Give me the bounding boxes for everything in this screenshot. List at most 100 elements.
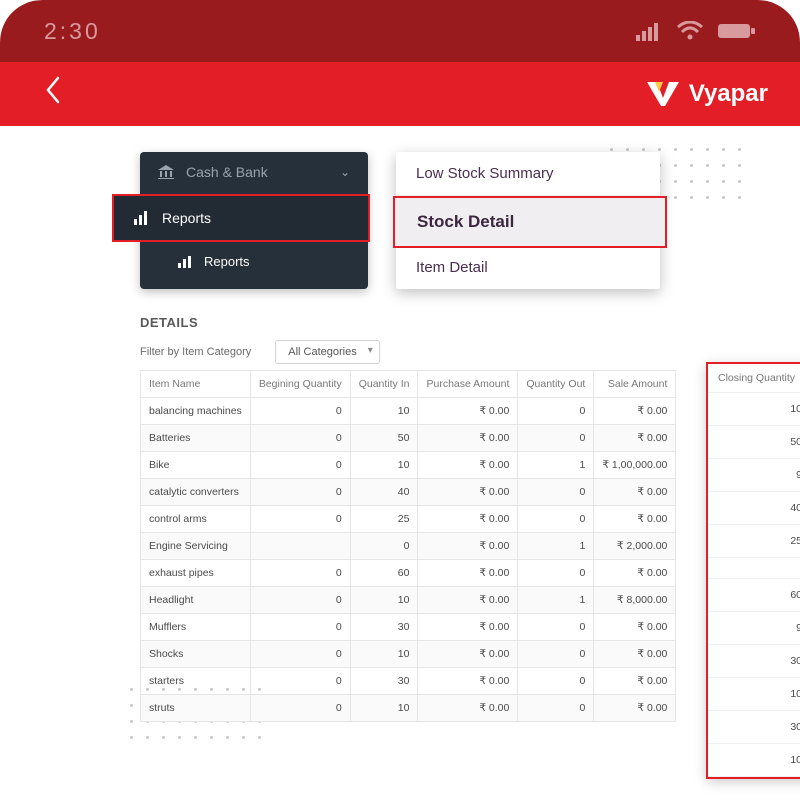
- cell: Engine Servicing: [141, 533, 251, 560]
- bank-icon: [158, 165, 174, 179]
- cell: 1: [518, 587, 594, 614]
- closing-value: [708, 558, 800, 579]
- col-qty-out[interactable]: Quantity Out: [518, 371, 594, 398]
- cell: 0: [518, 641, 594, 668]
- stock-table: Item Name Begining Quantity Quantity In …: [140, 370, 676, 722]
- logo-icon: [645, 80, 681, 108]
- table-row[interactable]: Engine Servicing0₹ 0.001₹ 2,000.00: [141, 533, 676, 560]
- cell: starters: [141, 668, 251, 695]
- cell: 60: [350, 560, 418, 587]
- closing-value: 50: [708, 426, 800, 459]
- back-button[interactable]: [44, 75, 62, 113]
- cell: ₹ 0.00: [594, 398, 676, 425]
- closing-quantity-highlight: Closing Quantity 10509402560930103010: [706, 362, 800, 779]
- cash-bank-label: Cash & Bank: [186, 164, 268, 180]
- cell: 0: [518, 695, 594, 722]
- cell: 1: [518, 452, 594, 479]
- cell: 0: [518, 614, 594, 641]
- table-row[interactable]: control arms025₹ 0.000₹ 0.00: [141, 506, 676, 533]
- cell: 0: [250, 614, 350, 641]
- cell: ₹ 0.00: [418, 398, 518, 425]
- col-qty-in[interactable]: Quantity In: [350, 371, 418, 398]
- cell: ₹ 0.00: [594, 506, 676, 533]
- cell: balancing machines: [141, 398, 251, 425]
- cell: Headlight: [141, 587, 251, 614]
- cell: ₹ 2,000.00: [594, 533, 676, 560]
- closing-value: 40: [708, 492, 800, 525]
- cell: 0: [518, 425, 594, 452]
- cell: 30: [350, 668, 418, 695]
- table-row[interactable]: exhaust pipes060₹ 0.000₹ 0.00: [141, 560, 676, 587]
- report-submenu: Low Stock Summary Stock Detail Item Deta…: [396, 152, 660, 289]
- cell: 0: [250, 452, 350, 479]
- cell: 10: [350, 587, 418, 614]
- sidebar-item-reports[interactable]: Reports: [112, 194, 370, 242]
- cell: 0: [250, 479, 350, 506]
- sidebar-item-reports-sub[interactable]: Reports: [140, 242, 368, 281]
- col-item-name[interactable]: Item Name: [141, 371, 251, 398]
- col-purchase-amt[interactable]: Purchase Amount: [418, 371, 518, 398]
- table-row[interactable]: starters030₹ 0.000₹ 0.00: [141, 668, 676, 695]
- menu-item-low-stock[interactable]: Low Stock Summary: [396, 152, 660, 196]
- cell: 1: [518, 533, 594, 560]
- cell: ₹ 0.00: [594, 614, 676, 641]
- signal-icon: [636, 21, 662, 41]
- sidebar-nav: Cash & Bank ⌄ Reports Reports: [140, 152, 368, 289]
- table-row[interactable]: Bike010₹ 0.001₹ 1,00,000.00: [141, 452, 676, 479]
- cell: Shocks: [141, 641, 251, 668]
- table-row[interactable]: balancing machines010₹ 0.000₹ 0.00: [141, 398, 676, 425]
- cell: ₹ 0.00: [594, 425, 676, 452]
- closing-value: 9: [708, 612, 800, 645]
- app-logo: Vyapar: [645, 80, 768, 108]
- closing-value: 9: [708, 459, 800, 492]
- cell: ₹ 8,000.00: [594, 587, 676, 614]
- reports-sub-label: Reports: [204, 254, 250, 269]
- sidebar-item-cash-bank[interactable]: Cash & Bank ⌄: [140, 152, 368, 192]
- cell: 50: [350, 425, 418, 452]
- col-closing-qty: Closing Quantity: [708, 364, 800, 393]
- bar-chart-icon: [134, 211, 150, 225]
- cell: 10: [350, 641, 418, 668]
- cell: 0: [518, 506, 594, 533]
- closing-value: 10: [708, 393, 800, 426]
- cell: 0: [250, 587, 350, 614]
- cell: 0: [250, 560, 350, 587]
- table-row[interactable]: Mufflers030₹ 0.000₹ 0.00: [141, 614, 676, 641]
- menu-item-item-detail[interactable]: Item Detail: [396, 246, 660, 289]
- cell: 25: [350, 506, 418, 533]
- menu-item-stock-detail[interactable]: Stock Detail: [393, 196, 667, 248]
- cell: ₹ 0.00: [594, 668, 676, 695]
- closing-value: 25: [708, 525, 800, 558]
- cell: Batteries: [141, 425, 251, 452]
- cell: 0: [250, 398, 350, 425]
- category-filter-select[interactable]: All Categories: [275, 340, 379, 364]
- closing-value: 60: [708, 579, 800, 612]
- cell: 0: [250, 641, 350, 668]
- cell: 10: [350, 695, 418, 722]
- cell: 0: [518, 560, 594, 587]
- cell: ₹ 0.00: [418, 425, 518, 452]
- reports-label: Reports: [162, 210, 211, 226]
- col-begin-qty[interactable]: Begining Quantity: [250, 371, 350, 398]
- cell: ₹ 0.00: [594, 641, 676, 668]
- cell: ₹ 0.00: [418, 668, 518, 695]
- cell: [250, 533, 350, 560]
- table-row[interactable]: struts010₹ 0.000₹ 0.00: [141, 695, 676, 722]
- details-title: DETAILS: [140, 315, 800, 330]
- cell: 0: [250, 695, 350, 722]
- cell: ₹ 0.00: [594, 695, 676, 722]
- status-icons: [636, 21, 756, 41]
- col-sale-amt[interactable]: Sale Amount: [594, 371, 676, 398]
- cell: 10: [350, 398, 418, 425]
- table-row[interactable]: Batteries050₹ 0.000₹ 0.00: [141, 425, 676, 452]
- battery-icon: [718, 22, 756, 40]
- table-row[interactable]: Headlight010₹ 0.001₹ 8,000.00: [141, 587, 676, 614]
- cell: 0: [518, 479, 594, 506]
- cell: exhaust pipes: [141, 560, 251, 587]
- table-row[interactable]: catalytic converters040₹ 0.000₹ 0.00: [141, 479, 676, 506]
- cell: ₹ 0.00: [418, 587, 518, 614]
- table-row[interactable]: Shocks010₹ 0.000₹ 0.00: [141, 641, 676, 668]
- cell: 40: [350, 479, 418, 506]
- bar-chart-icon: [178, 256, 192, 268]
- closing-value: 10: [708, 678, 800, 711]
